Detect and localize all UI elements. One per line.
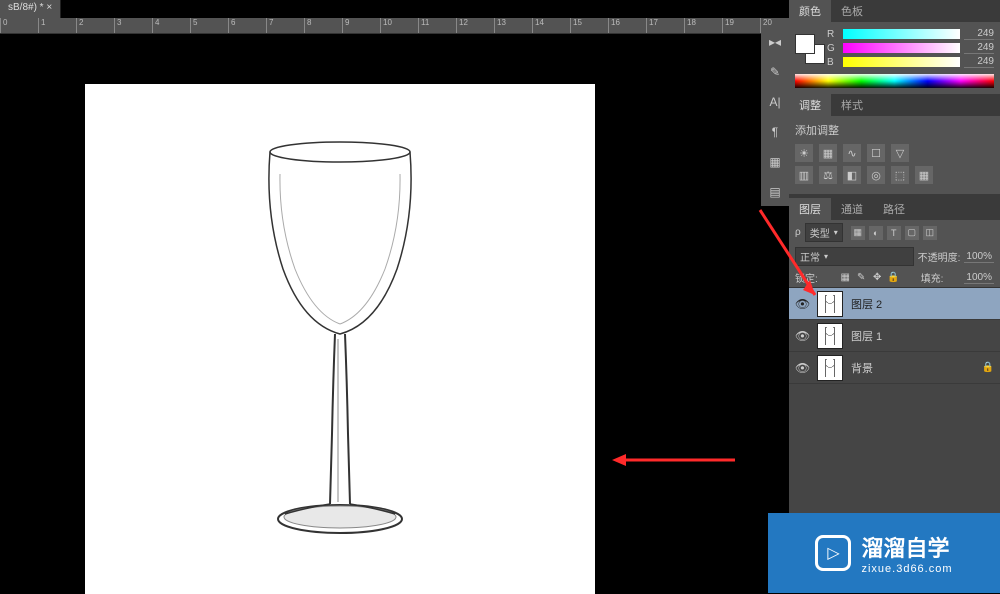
watermark-badge: ▷ 溜溜自学 zixue.3d66.com [768,513,1000,593]
canvas-viewport[interactable] [0,34,789,593]
color-balance-icon[interactable]: ⚖ [819,166,837,184]
r-label: R [827,29,839,40]
ruler-tick: 11 [418,18,456,33]
document-tab-bar: sB/8#) * × [0,0,61,18]
r-slider[interactable] [843,29,960,39]
color-panel-tabs: 颜色 色板 [789,0,1000,22]
g-label: G [827,43,839,54]
brush-icon[interactable]: ✎ [765,62,785,82]
tab-channels[interactable]: 通道 [831,198,873,220]
ruler-tick: 13 [494,18,532,33]
swatches-icon[interactable]: ▦ [765,152,785,172]
ruler-tick: 12 [456,18,494,33]
ruler-tick: 7 [266,18,304,33]
r-value[interactable]: 249 [964,28,994,40]
tab-paths[interactable]: 路径 [873,198,915,220]
ruler-tick: 2 [76,18,114,33]
collapsed-panel-dock: ▸◂ ✎ A| ¶ ▦ ▤ [761,28,789,206]
layer-name[interactable]: 图层 1 [851,328,882,344]
layer-name[interactable]: 图层 2 [851,296,882,312]
exposure-icon[interactable]: ☐ [867,144,885,162]
color-lookup-icon[interactable]: ▦ [915,166,933,184]
paragraph-icon[interactable]: ¶ [765,122,785,142]
lock-transparent-icon[interactable]: ▦ [839,271,852,284]
color-panel: R 249 G 249 B 249 [789,22,1000,94]
levels-icon[interactable]: ▦ [819,144,837,162]
tab-styles[interactable]: 样式 [831,94,873,116]
ruler-tick: 9 [342,18,380,33]
filter-pixel-icon[interactable]: ▦ [851,226,865,240]
fill-label: 填充: [921,270,944,285]
layer-row[interactable]: 👁 图层 1 [789,320,1000,352]
ruler-tick: 17 [646,18,684,33]
g-slider[interactable] [843,43,960,53]
lock-icon: 🔒 [982,362,994,373]
filter-adjust-icon[interactable]: ◐ [869,226,883,240]
layer-row[interactable]: 👁 背景 🔒 [789,352,1000,384]
visibility-toggle-icon[interactable]: 👁 [795,329,809,343]
layer-thumbnail[interactable] [817,355,843,381]
ruler-tick: 15 [570,18,608,33]
adjustments-panel-tabs: 调整 样式 [789,94,1000,116]
character-icon[interactable]: A| [765,92,785,112]
annotation-arrow-2 [610,450,740,470]
visibility-toggle-icon[interactable]: 👁 [795,361,809,375]
annotation-arrow-1 [755,200,825,300]
ruler-tick: 14 [532,18,570,33]
lock-all-icon[interactable]: 🔒 [887,271,900,284]
ruler-tick: 16 [608,18,646,33]
tab-color[interactable]: 颜色 [789,0,831,22]
foreground-background-swatch[interactable] [795,34,825,64]
adjustments-panel: 添加调整 ☀ ▦ ∿ ☐ ▽ ▥ ⚖ ◧ ◎ ⬚ ▦ [789,116,1000,194]
watermark-title: 溜溜自学 [861,531,952,563]
lock-position-icon[interactable]: ✥ [871,271,884,284]
ruler-tick: 6 [228,18,266,33]
ruler-tick: 19 [722,18,760,33]
foreground-color-swatch[interactable] [795,34,815,54]
opacity-value[interactable]: 100% [964,251,994,263]
horizontal-ruler: 0 1 2 3 4 5 6 7 8 9 10 11 12 13 14 15 16… [0,18,789,34]
bw-icon[interactable]: ◧ [843,166,861,184]
document-canvas[interactable] [85,84,595,594]
info-icon[interactable]: ▤ [765,182,785,202]
filter-shape-icon[interactable]: ▢ [905,226,919,240]
document-tab[interactable]: sB/8#) * × [0,0,61,18]
ruler-tick: 5 [190,18,228,33]
color-spectrum-bar[interactable] [795,74,994,88]
b-value[interactable]: 249 [964,56,994,68]
curves-icon[interactable]: ∿ [843,144,861,162]
brightness-contrast-icon[interactable]: ☀ [795,144,813,162]
g-value[interactable]: 249 [964,42,994,54]
ruler-tick: 4 [152,18,190,33]
hue-sat-icon[interactable]: ▥ [795,166,813,184]
watermark-url: zixue.3d66.com [861,563,952,575]
wine-glass-image [235,124,445,554]
tab-adjustments[interactable]: 调整 [789,94,831,116]
opacity-label: 不透明度: [918,249,961,264]
fill-value[interactable]: 100% [964,272,994,284]
vibrance-icon[interactable]: ▽ [891,144,909,162]
ruler-tick: 8 [304,18,342,33]
adjustments-title: 添加调整 [795,122,994,138]
layer-name[interactable]: 背景 [851,360,873,376]
b-label: B [827,57,839,68]
history-icon[interactable]: ▸◂ [765,32,785,52]
ruler-tick: 18 [684,18,722,33]
ruler-tick: 10 [380,18,418,33]
ruler-tick: 1 [38,18,76,33]
ruler-tick: 0 [0,18,38,33]
layer-thumbnail[interactable] [817,323,843,349]
filter-type-icon[interactable]: T [887,226,901,240]
tab-swatches[interactable]: 色板 [831,0,873,22]
photo-filter-icon[interactable]: ◎ [867,166,885,184]
lock-pixels-icon[interactable]: ✎ [855,271,868,284]
ruler-tick: 3 [114,18,152,33]
play-logo-icon: ▷ [815,535,851,571]
filter-smart-icon[interactable]: ◫ [923,226,937,240]
channel-mixer-icon[interactable]: ⬚ [891,166,909,184]
b-slider[interactable] [843,57,960,67]
